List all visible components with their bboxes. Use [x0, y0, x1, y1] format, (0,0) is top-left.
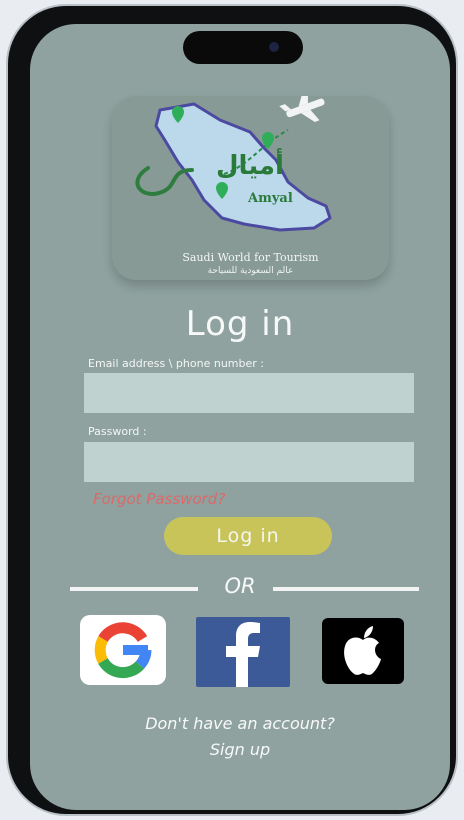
brand-name-ar: أميال	[216, 148, 284, 181]
apple-login-button[interactable]	[322, 618, 404, 684]
brand-logo: أميال Amyal Saudi World for Tourism عالم…	[112, 96, 389, 280]
airplane-icon	[279, 96, 325, 122]
email-field[interactable]	[84, 373, 414, 413]
email-label: Email address \ phone number :	[88, 357, 264, 370]
password-label: Password :	[88, 425, 147, 438]
facebook-icon	[226, 622, 260, 687]
swoosh	[135, 166, 194, 196]
brand-tagline-ar: عالم السعودية للسياحة	[207, 266, 294, 276]
google-icon	[94, 622, 152, 679]
brand-name-en: Amyal	[247, 191, 293, 206]
or-divider: OR	[224, 574, 256, 598]
divider-line-right	[273, 587, 419, 591]
password-field[interactable]	[84, 442, 414, 482]
phone-frame: أميال Amyal Saudi World for Tourism عالم…	[8, 6, 456, 814]
facebook-login-button[interactable]	[196, 617, 290, 687]
signup-link[interactable]: Sign up	[30, 740, 450, 759]
app-screen: أميال Amyal Saudi World for Tourism عالم…	[30, 24, 450, 810]
google-login-button[interactable]	[80, 615, 166, 685]
brand-tagline-en: Saudi World for Tourism	[182, 251, 319, 264]
forgot-password-link[interactable]: Forgot Password?	[93, 490, 225, 508]
page-title: Log in	[185, 304, 295, 344]
camera-icon	[269, 42, 279, 52]
signup-prompt: Don't have an account?	[145, 714, 335, 733]
apple-icon	[344, 626, 381, 675]
dynamic-island	[183, 31, 303, 64]
login-button[interactable]: Log in	[164, 517, 332, 555]
